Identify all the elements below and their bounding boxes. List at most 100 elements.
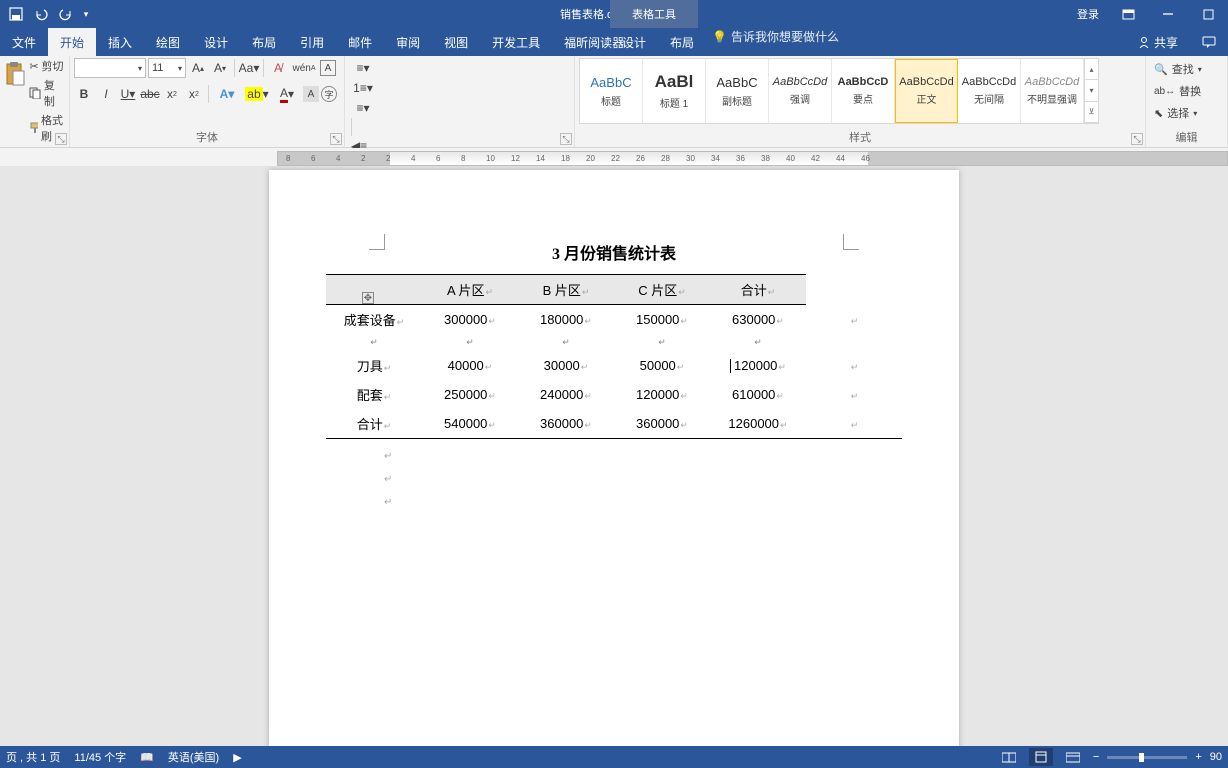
tab-mailings[interactable]: 邮件 [336, 28, 384, 56]
status-wordcount[interactable]: 11/45 个字 [74, 749, 126, 765]
tab-table-design[interactable]: 设计 [610, 28, 658, 56]
bold-icon[interactable]: B [74, 84, 94, 104]
zoom-slider[interactable] [1107, 756, 1187, 759]
grow-font-icon[interactable]: A▴ [188, 58, 208, 78]
paragraph-mark: ↵ [384, 497, 959, 508]
style-strong[interactable]: AaBbCcD要点 [832, 59, 895, 123]
save-icon[interactable] [4, 2, 28, 26]
tab-home[interactable]: 开始 [48, 28, 96, 56]
table-header[interactable]: 合计↵ [710, 275, 806, 305]
tab-draw[interactable]: 绘图 [144, 28, 192, 56]
sales-table[interactable]: A 片区↵ B 片区↵ C 片区↵ 合计↵ 成套设备↵300000↵180000… [326, 274, 902, 439]
tab-view[interactable]: 视图 [432, 28, 480, 56]
table-row[interactable]: 合计↵540000↵360000↵360000↵1260000↵↵ [326, 409, 902, 439]
table-move-handle-icon[interactable]: ✥ [362, 292, 374, 304]
gallery-more-icon[interactable]: ⊻ [1085, 102, 1098, 123]
status-proof-icon[interactable]: 📖 [140, 751, 154, 764]
font-family-combo[interactable]: ▾ [74, 58, 146, 78]
style-emphasis[interactable]: AaBbCcDd强调 [769, 59, 832, 123]
char-border-icon[interactable]: A [320, 60, 336, 76]
table-header[interactable]: B 片区↵ [518, 275, 614, 305]
font-launcher-icon[interactable]: ⤡ [330, 133, 342, 145]
comments-icon[interactable] [1190, 28, 1228, 56]
qat-customize-icon[interactable]: ▾ [79, 2, 93, 26]
style-gallery[interactable]: AaBbC标题 AaBl标题 1 AaBbC副标题 AaBbCcDd强调 AaB… [579, 58, 1099, 124]
style-heading[interactable]: AaBbC标题 [580, 59, 643, 123]
read-mode-icon[interactable] [997, 748, 1021, 766]
superscript-icon[interactable]: x2 [184, 84, 204, 104]
style-nospacing[interactable]: AaBbCcDd无间隔 [958, 59, 1021, 123]
ribbon-options-icon[interactable] [1108, 0, 1148, 28]
gallery-scroll[interactable]: ▴▾⊻ [1084, 59, 1098, 123]
tab-insert[interactable]: 插入 [96, 28, 144, 56]
tab-table-layout[interactable]: 布局 [658, 28, 706, 56]
style-subtitle[interactable]: AaBbC副标题 [706, 59, 769, 123]
highlight-icon[interactable]: ab▾ [243, 84, 271, 104]
cut-button[interactable]: ✂剪切 [29, 58, 65, 74]
table-row[interactable]: ↵↵↵↵↵ [326, 334, 902, 351]
shrink-font-icon[interactable]: A▾ [210, 58, 230, 78]
horizontal-ruler[interactable]: 8642246810121418202226283034363840424446 [0, 148, 1228, 166]
style-subtle[interactable]: AaBbCcDd不明显强调 [1021, 59, 1084, 123]
undo-icon[interactable] [29, 2, 53, 26]
find-button[interactable]: 🔍查找▾ [1150, 58, 1206, 80]
table-row[interactable]: 刀具↵40000↵30000↵50000↵120000↵↵ [326, 351, 902, 380]
clear-format-icon[interactable]: A̸ [268, 58, 288, 78]
numbering-icon[interactable]: 1≡▾ [349, 78, 377, 98]
group-label-font: 字体 [74, 127, 340, 147]
select-button[interactable]: ⬉选择▾ [1150, 102, 1201, 124]
char-shading-icon[interactable]: A [303, 86, 319, 102]
tellme-input[interactable]: 告诉我你想要做什么 [731, 28, 839, 45]
strikethrough-icon[interactable]: abc [140, 84, 160, 104]
phonetic-icon[interactable]: wénA [290, 58, 318, 78]
web-layout-icon[interactable] [1061, 748, 1085, 766]
paragraph-launcher-icon[interactable]: ⤡ [560, 133, 572, 145]
page[interactable]: ✥ 3 月份销售统计表 A 片区↵ B 片区↵ C 片区↵ 合计↵ 成套设备↵3… [269, 170, 959, 746]
tab-review[interactable]: 审阅 [384, 28, 432, 56]
table-header[interactable]: C 片区↵ [614, 275, 710, 305]
zoom-in-icon[interactable]: + [1195, 751, 1201, 763]
font-color-icon[interactable]: A▾ [273, 84, 301, 104]
bullets-icon[interactable]: ≡▾ [349, 58, 377, 78]
ribbon: ✂剪切 复制 格式刷 剪贴板 ⤡ ▾ 11▾ A▴ A▾ Aa▾ A̸ wénA… [0, 56, 1228, 148]
clipboard-launcher-icon[interactable]: ⤡ [55, 133, 67, 145]
copy-button[interactable]: 复制 [29, 77, 65, 109]
replace-button[interactable]: ab↔替换 [1150, 80, 1205, 102]
italic-icon[interactable]: I [96, 84, 116, 104]
status-page[interactable]: 页 , 共 1 页 [6, 749, 60, 765]
document-area[interactable]: ✥ 3 月份销售统计表 A 片区↵ B 片区↵ C 片区↵ 合计↵ 成套设备↵3… [0, 166, 1228, 746]
status-language[interactable]: 英语(美国) [168, 749, 219, 765]
multilevel-icon[interactable]: ≡▾ [349, 98, 377, 118]
tab-developer[interactable]: 开发工具 [480, 28, 552, 56]
text-effects-icon[interactable]: A▾ [213, 84, 241, 104]
zoom-out-icon[interactable]: − [1093, 751, 1099, 763]
enclose-char-icon[interactable]: 字 [321, 86, 337, 102]
gallery-up-icon[interactable]: ▴ [1085, 59, 1098, 80]
table-row[interactable]: 配套↵250000↵240000↵120000↵610000↵↵ [326, 380, 902, 409]
tab-file[interactable]: 文件 [0, 28, 48, 56]
style-heading1[interactable]: AaBl标题 1 [643, 59, 706, 123]
table-header[interactable]: A 片区↵ [422, 275, 518, 305]
gallery-down-icon[interactable]: ▾ [1085, 80, 1098, 101]
font-size-combo[interactable]: 11▾ [148, 58, 186, 78]
table-header[interactable] [326, 275, 422, 305]
change-case-icon[interactable]: Aa▾ [239, 58, 259, 78]
underline-icon[interactable]: U▾ [118, 84, 138, 104]
paste-button[interactable] [4, 58, 26, 87]
share-button[interactable]: 共享 [1126, 28, 1190, 56]
table-row[interactable]: 成套设备↵300000↵180000↵150000↵630000↵↵ [326, 305, 902, 335]
minimize-icon[interactable] [1148, 0, 1188, 28]
ribbon-tabs: 文件 开始 插入 绘图 设计 布局 引用 邮件 审阅 视图 开发工具 福昕阅读器… [0, 28, 1228, 56]
maximize-icon[interactable] [1188, 0, 1228, 28]
styles-launcher-icon[interactable]: ⤡ [1131, 133, 1143, 145]
login-button[interactable]: 登录 [1068, 0, 1108, 28]
tab-references[interactable]: 引用 [288, 28, 336, 56]
print-layout-icon[interactable] [1029, 748, 1053, 766]
status-macro-icon[interactable]: ▶ [233, 751, 241, 764]
tab-design[interactable]: 设计 [192, 28, 240, 56]
redo-icon[interactable] [54, 2, 78, 26]
tab-layout[interactable]: 布局 [240, 28, 288, 56]
subscript-icon[interactable]: x2 [162, 84, 182, 104]
zoom-level[interactable]: 90 [1210, 751, 1222, 763]
style-normal[interactable]: AaBbCcDd正文 [895, 59, 958, 123]
